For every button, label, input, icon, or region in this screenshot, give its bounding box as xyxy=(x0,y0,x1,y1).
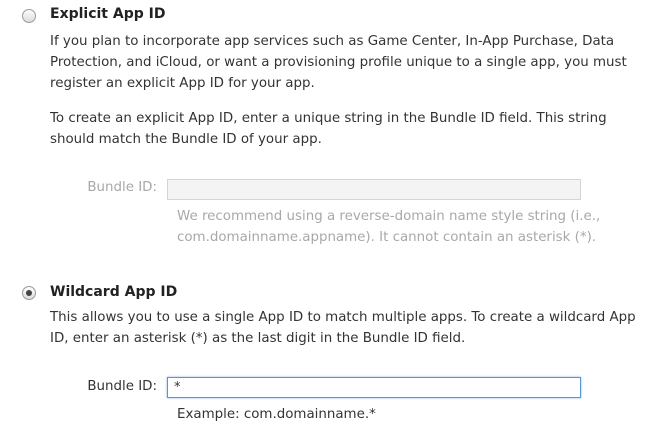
radio-selected-dot xyxy=(26,290,32,296)
wildcard-app-id-radio[interactable] xyxy=(22,286,36,300)
explicit-instructions-line: should match the Bundle ID of your app. xyxy=(50,132,322,147)
explicit-bundle-id-label: Bundle ID: xyxy=(87,180,157,195)
explicit-app-id-radio[interactable] xyxy=(22,9,36,23)
explicit-description: If you plan to incorporate app services … xyxy=(50,31,640,94)
wildcard-description-line: This allows you to use a single App ID t… xyxy=(50,310,636,325)
wildcard-bundle-id-label: Bundle ID: xyxy=(87,379,157,394)
explicit-app-id-title[interactable]: Explicit App ID xyxy=(50,6,165,22)
wildcard-app-id-title[interactable]: Wildcard App ID xyxy=(50,284,177,300)
explicit-bundle-id-input[interactable] xyxy=(167,179,581,200)
explicit-instructions: To create an explicit App ID, enter a un… xyxy=(50,108,640,150)
wildcard-bundle-id-example: Example: com.domainname.* xyxy=(177,407,376,422)
explicit-description-line: register an explicit App ID for your app… xyxy=(50,76,315,91)
wildcard-description-line: ID, enter an asterisk (*) as the last di… xyxy=(50,331,466,346)
explicit-bundle-id-hint-line-2: com.domainname.appname). It cannot conta… xyxy=(177,230,597,245)
wildcard-description: This allows you to use a single App ID t… xyxy=(50,307,640,349)
wildcard-bundle-id-input[interactable] xyxy=(167,377,581,398)
explicit-description-line: If you plan to incorporate app services … xyxy=(50,34,615,49)
explicit-bundle-id-hint-line-1: We recommend using a reverse-domain name… xyxy=(177,209,601,224)
explicit-description-line: Protection, and iCloud, or want a provis… xyxy=(50,55,627,70)
explicit-instructions-line: To create an explicit App ID, enter a un… xyxy=(50,111,607,126)
